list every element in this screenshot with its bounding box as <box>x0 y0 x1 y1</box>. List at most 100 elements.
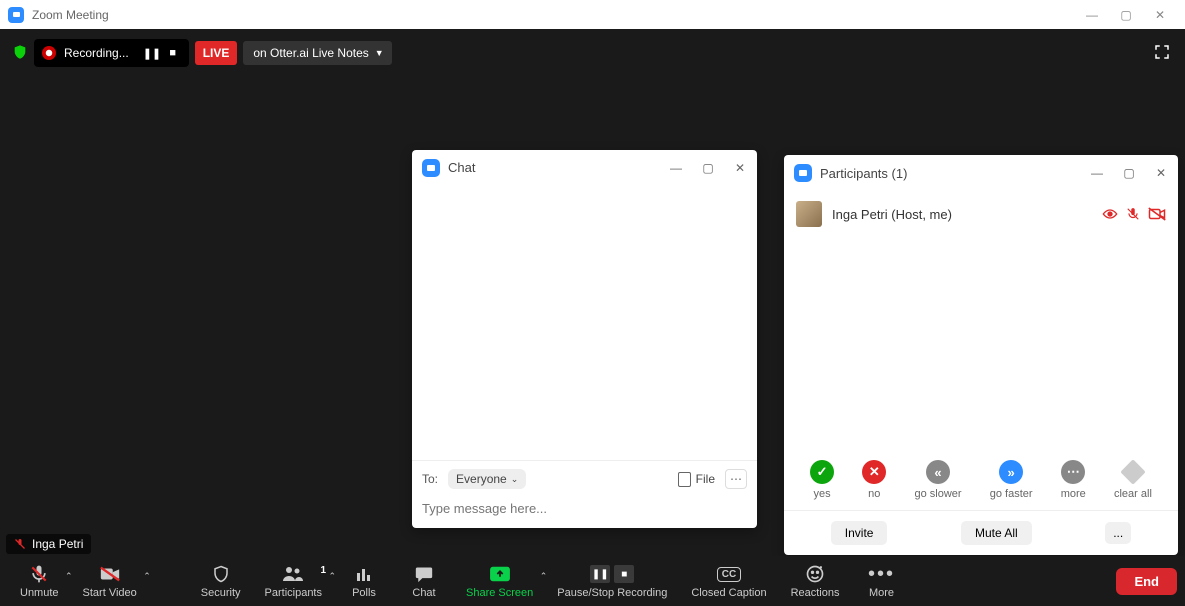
more-button[interactable]: ••• More <box>851 563 911 599</box>
security-button[interactable]: Security <box>189 563 253 599</box>
smiley-icon <box>805 563 825 585</box>
window-minimize-button[interactable]: — <box>1085 8 1099 22</box>
microphone-muted-icon <box>1126 206 1140 222</box>
participant-row[interactable]: Inga Petri (Host, me) <box>796 197 1166 231</box>
reaction-label: go slower <box>914 488 961 500</box>
mute-all-button[interactable]: Mute All <box>961 521 1032 545</box>
reaction-more-button[interactable]: ⋯ more <box>1061 460 1086 500</box>
participants-panel: Participants (1) — ▢ ✕ Inga Petri (Host,… <box>784 155 1178 555</box>
participant-name: Inga Petri (Host, me) <box>832 207 1092 222</box>
reaction-label: go faster <box>990 488 1033 500</box>
recording-indicator: Recording... ❚❚ ■ <box>34 39 189 67</box>
live-destination-dropdown[interactable]: on Otter.ai Live Notes ▼ <box>243 41 391 65</box>
reaction-slower-button[interactable]: « go slower <box>914 460 961 500</box>
unmute-button[interactable]: Unmute ⌃ <box>8 563 71 599</box>
panel-close-button[interactable]: ✕ <box>733 161 747 175</box>
recording-indicator-icon <box>1102 208 1118 220</box>
reaction-yes-button[interactable]: ✓ yes <box>810 460 834 500</box>
participants-button[interactable]: Participants 1 ⌃ <box>253 563 334 599</box>
recording-stop-button[interactable]: ■ <box>165 47 181 60</box>
shield-icon <box>212 563 230 585</box>
chat-message-input[interactable] <box>422 497 747 520</box>
chevron-up-icon[interactable]: ⌃ <box>143 571 151 582</box>
reaction-faster-button[interactable]: » go faster <box>990 460 1033 500</box>
reaction-no-button[interactable]: ✕ no <box>862 460 886 500</box>
live-badge: LIVE <box>195 41 238 65</box>
fastforward-icon: » <box>999 460 1023 484</box>
control-label: Security <box>201 587 241 599</box>
live-destination-label: on Otter.ai Live Notes <box>253 46 368 60</box>
meeting-area: Recording... ❚❚ ■ LIVE on Otter.ai Live … <box>0 29 1185 606</box>
control-label: Reactions <box>791 587 840 599</box>
bar-chart-icon <box>355 563 373 585</box>
participants-more-button[interactable]: ... <box>1105 522 1131 544</box>
recording-pause-button[interactable]: ❚❚ <box>143 47 159 60</box>
encryption-shield-icon[interactable] <box>12 44 28 62</box>
microphone-muted-icon <box>29 563 49 585</box>
chat-to-label: To: <box>422 472 438 486</box>
control-label: Unmute <box>20 587 59 599</box>
chat-panel-title: Chat <box>448 160 669 175</box>
cc-icon: CC <box>717 563 741 585</box>
reaction-label: yes <box>814 488 831 500</box>
window-maximize-button[interactable]: ▢ <box>1119 8 1133 22</box>
check-circle-icon: ✓ <box>810 460 834 484</box>
control-label: Start Video <box>83 587 137 599</box>
invite-button[interactable]: Invite <box>831 521 888 545</box>
chat-file-label: File <box>696 472 715 486</box>
video-off-icon <box>99 563 121 585</box>
closed-caption-button[interactable]: CC Closed Caption <box>679 563 778 599</box>
panel-minimize-button[interactable]: — <box>669 161 683 175</box>
self-name-overlay: Inga Petri <box>6 534 91 554</box>
reaction-clear-button[interactable]: clear all <box>1114 460 1152 500</box>
eraser-icon <box>1121 460 1145 484</box>
chat-messages-area <box>412 186 757 460</box>
window-titlebar: Zoom Meeting — ▢ ✕ <box>0 0 1185 29</box>
zoom-app-icon <box>794 164 812 182</box>
panel-close-button[interactable]: ✕ <box>1154 166 1168 180</box>
pause-stop-icon: ❚❚ ■ <box>590 563 634 585</box>
window-close-button[interactable]: ✕ <box>1153 8 1167 22</box>
polls-button[interactable]: Polls <box>334 563 394 599</box>
avatar <box>796 201 822 227</box>
chat-panel: Chat — ▢ ✕ To: Everyone ⌄ File <box>412 150 757 528</box>
chat-more-button[interactable]: ⋯ <box>725 469 747 489</box>
participants-panel-title: Participants (1) <box>820 166 1090 181</box>
control-label: Closed Caption <box>691 587 766 599</box>
chevron-down-icon: ▼ <box>375 48 384 58</box>
self-name-label: Inga Petri <box>32 537 83 551</box>
reaction-label: no <box>868 488 880 500</box>
rewind-icon: « <box>926 460 950 484</box>
chat-button[interactable]: Chat <box>394 563 454 599</box>
chat-recipient-value: Everyone <box>456 472 507 486</box>
video-off-icon <box>1148 207 1166 221</box>
chat-bubble-icon <box>414 563 434 585</box>
people-icon <box>281 563 305 585</box>
panel-minimize-button[interactable]: — <box>1090 166 1104 180</box>
chat-file-button[interactable]: File <box>678 472 715 487</box>
control-label: Chat <box>412 587 435 599</box>
x-circle-icon: ✕ <box>862 460 886 484</box>
panel-maximize-button[interactable]: ▢ <box>1122 166 1136 180</box>
zoom-app-icon <box>422 159 440 177</box>
zoom-app-icon <box>8 7 24 23</box>
control-label: More <box>869 587 894 599</box>
panel-maximize-button[interactable]: ▢ <box>701 161 715 175</box>
share-screen-button[interactable]: Share Screen ⌃ <box>454 563 545 599</box>
window-title: Zoom Meeting <box>32 8 1085 22</box>
end-meeting-button[interactable]: End <box>1116 568 1177 595</box>
control-label: Share Screen <box>466 587 533 599</box>
microphone-muted-icon <box>14 537 26 551</box>
file-icon <box>678 472 691 487</box>
participants-count-badge: 1 <box>320 565 326 576</box>
meeting-control-bar: Unmute ⌃ Start Video ⌃ Security Particip… <box>0 556 1185 606</box>
pause-stop-recording-button[interactable]: ❚❚ ■ Pause/Stop Recording <box>545 563 679 599</box>
recording-dot-icon <box>42 46 56 60</box>
control-label: Polls <box>352 587 376 599</box>
start-video-button[interactable]: Start Video ⌃ <box>71 563 149 599</box>
chevron-down-icon: ⌄ <box>511 474 519 485</box>
fullscreen-button[interactable] <box>1153 43 1171 61</box>
share-arrow-icon <box>489 563 511 585</box>
reactions-button[interactable]: Reactions <box>779 563 852 599</box>
chat-recipient-dropdown[interactable]: Everyone ⌄ <box>448 469 526 489</box>
